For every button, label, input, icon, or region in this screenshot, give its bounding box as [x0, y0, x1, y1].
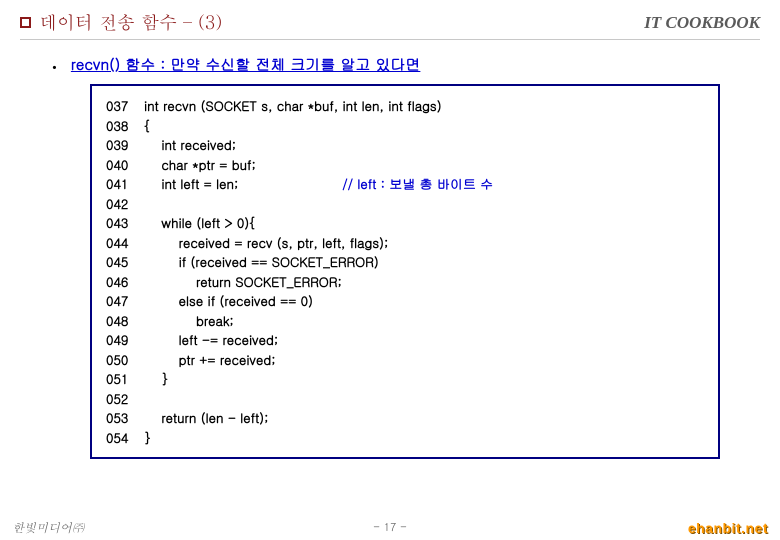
header: 데이터 전송 함수 – (3) IT COOKBOOK: [20, 10, 760, 40]
line-number: 047: [106, 291, 144, 311]
page-number: - 17 -: [373, 520, 407, 535]
code-line: 044 received = recv (s, ptr, left, flags…: [106, 233, 704, 253]
code-text: return SOCKET_ERROR;: [144, 272, 342, 292]
code-line: 054}: [106, 428, 704, 448]
bullet-icon: •: [52, 54, 57, 76]
code-line: 049 left -= received;: [106, 330, 704, 350]
footer: 한빛미디어㈜ - 17 - ehanbit.net: [0, 519, 780, 536]
slide-page: 데이터 전송 함수 – (3) IT COOKBOOK • recvn() 함수…: [0, 0, 780, 459]
line-number: 053: [106, 408, 144, 428]
code-line: 038{: [106, 116, 704, 136]
line-number: 038: [106, 116, 144, 136]
code-line: 053 return (len - left);: [106, 408, 704, 428]
brand-label: IT COOKBOOK: [644, 13, 760, 33]
code-text: else if (received == 0): [144, 291, 313, 311]
subtitle-text: recvn() 함수 : 만약 수신할 전체 크기를 알고 있다면: [71, 54, 421, 75]
code-text: }: [144, 369, 168, 389]
line-number: 049: [106, 330, 144, 350]
code-line: 040 char *ptr = buf;: [106, 155, 704, 175]
code-text: if (received == SOCKET_ERROR): [144, 252, 379, 272]
code-line: 037int recvn (SOCKET s, char *buf, int l…: [106, 96, 704, 116]
line-number: 044: [106, 233, 144, 253]
slide-title: 데이터 전송 함수 – (3): [39, 10, 222, 35]
footer-publisher: 한빛미디어㈜: [12, 519, 84, 536]
code-text: ptr += received;: [144, 350, 276, 370]
code-text: break;: [144, 311, 234, 331]
code-line: 045 if (received == SOCKET_ERROR): [106, 252, 704, 272]
code-text: int received;: [144, 135, 236, 155]
code-text: {: [144, 116, 151, 136]
line-number: 037: [106, 96, 144, 116]
code-text: int left = len;: [144, 174, 342, 194]
code-comment: // left : 보낼 총 바이트 수: [342, 174, 493, 194]
line-number: 051: [106, 369, 144, 389]
line-number: 042: [106, 194, 144, 214]
code-line: 041 int left = len; // left : 보낼 총 바이트 수: [106, 174, 704, 194]
line-number: 052: [106, 389, 144, 409]
line-number: 054: [106, 428, 144, 448]
line-number: 039: [106, 135, 144, 155]
line-number: 048: [106, 311, 144, 331]
code-line: 052: [106, 389, 704, 409]
code-text: }: [144, 428, 151, 448]
code-text: while (left > 0){: [144, 213, 256, 233]
code-text: char *ptr = buf;: [144, 155, 256, 175]
line-number: 045: [106, 252, 144, 272]
code-line: 046 return SOCKET_ERROR;: [106, 272, 704, 292]
line-number: 050: [106, 350, 144, 370]
line-number: 041: [106, 174, 144, 194]
code-text: received = recv (s, ptr, left, flags);: [144, 233, 388, 253]
line-number: 046: [106, 272, 144, 292]
code-line: 050 ptr += received;: [106, 350, 704, 370]
code-block: 037int recvn (SOCKET s, char *buf, int l…: [90, 84, 720, 459]
subtitle-block: • recvn() 함수 : 만약 수신할 전체 크기를 알고 있다면: [20, 54, 760, 76]
code-text: left -= received;: [144, 330, 278, 350]
code-line: 047 else if (received == 0): [106, 291, 704, 311]
square-bullet-icon: [20, 17, 31, 28]
title-group: 데이터 전송 함수 – (3): [20, 10, 222, 35]
code-text: int recvn (SOCKET s, char *buf, int len,…: [144, 96, 442, 116]
code-text: return (len - left);: [144, 408, 268, 428]
line-number: 040: [106, 155, 144, 175]
code-line: 042: [106, 194, 704, 214]
line-number: 043: [106, 213, 144, 233]
code-line: 039 int received;: [106, 135, 704, 155]
code-line: 051 }: [106, 369, 704, 389]
footer-url: ehanbit.net: [688, 520, 768, 536]
code-line: 048 break;: [106, 311, 704, 331]
code-line: 043 while (left > 0){: [106, 213, 704, 233]
